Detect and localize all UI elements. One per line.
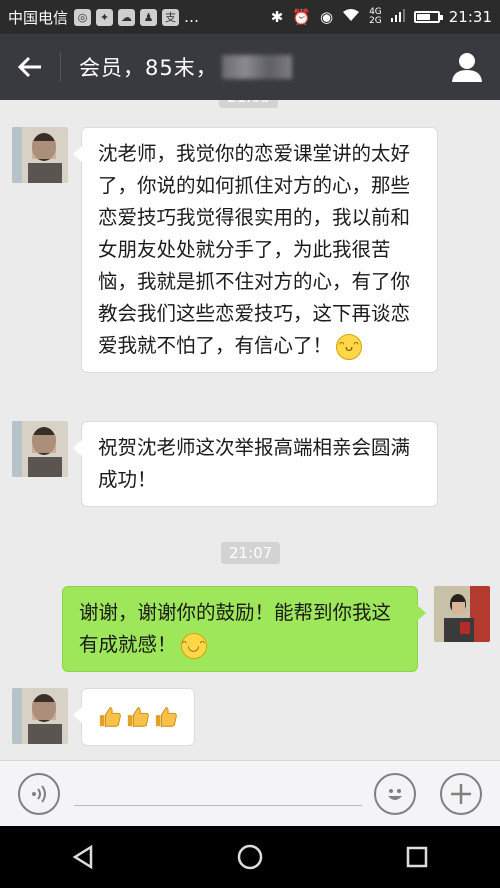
system-nav-bar — [0, 826, 500, 888]
message-bubble[interactable]: 沈老师，我觉你的恋爱课堂讲的太好了，你说的如何抓住对方的心，那些恋爱技巧我觉得很… — [73, 127, 438, 373]
message-input[interactable] — [74, 805, 362, 806]
message-text: 沈老师，我觉你的恋爱课堂讲的太好了，你说的如何抓住对方的心，那些恋爱技巧我觉得很… — [98, 142, 411, 357]
back-arrow-icon — [17, 56, 41, 78]
grin-emoji-icon: ᵔ◡ᵔ — [180, 632, 207, 659]
map-app-icon: ✦ — [96, 8, 114, 26]
battery-icon — [413, 11, 443, 23]
thumbs-up-row — [98, 699, 178, 735]
plus-icon — [451, 784, 471, 804]
clock-time: 21:31 — [448, 8, 492, 26]
network-type-label: 4G 2G — [369, 8, 382, 26]
square-recents-icon — [406, 846, 427, 868]
blurred-name-block — [221, 55, 292, 79]
wechat-app-icon: ☁ — [118, 8, 136, 26]
person-icon — [452, 53, 482, 82]
carrier-label: 中国电信 — [8, 8, 69, 27]
triangle-back-icon — [72, 844, 93, 870]
alipay-app-icon: 支 — [162, 8, 180, 26]
more-notifications-icon: … — [184, 8, 200, 26]
message-bubble[interactable] — [73, 688, 195, 746]
qq-app-icon: ♟ — [140, 8, 158, 26]
message-text: 谢谢，谢谢你的鼓励！能帮到你我这有成就感！ — [79, 601, 392, 656]
contact-avatar[interactable] — [12, 688, 68, 744]
emoji-icon — [388, 789, 402, 800]
back-button[interactable] — [0, 34, 60, 100]
input-bar — [0, 760, 500, 826]
network-2g-label: 2G — [369, 16, 382, 26]
page-title: 会员，85末， — [79, 56, 218, 80]
circle-home-icon — [237, 844, 263, 870]
more-button[interactable] — [440, 773, 482, 815]
message-text: 祝贺沈老师这次举报高端相亲会圆满成功！ — [98, 436, 411, 491]
voice-button[interactable] — [18, 773, 60, 815]
thumbs-up-icon — [127, 707, 149, 727]
nav-back-button[interactable] — [63, 837, 103, 877]
nav-recents-button[interactable] — [397, 837, 437, 877]
browser-app-icon: ◎ — [74, 8, 92, 26]
timestamp-middle: 21:07 — [221, 542, 281, 564]
my-avatar[interactable] — [434, 586, 490, 642]
wifi-icon — [342, 8, 360, 26]
chat-message-list[interactable]: 21:05 沈老师，我觉你的恋爱课堂讲的太好了，你说的如何抓住对方的心，那些恋爱… — [0, 100, 500, 760]
notification-icons: ◎ ✦ ☁ ♟ 支 … — [74, 8, 199, 26]
thumbs-up-icon — [99, 707, 121, 727]
contact-avatar[interactable] — [12, 421, 68, 477]
bluetooth-icon: ✱ — [270, 8, 284, 26]
voice-icon — [32, 785, 46, 803]
emoji-button[interactable] — [374, 773, 416, 815]
signal-icon — [390, 8, 405, 26]
thumbs-up-icon — [155, 707, 177, 727]
message-bubble-self[interactable]: 谢谢，谢谢你的鼓励！能帮到你我这有成就感！ ᵔ◡ᵔ — [62, 586, 426, 672]
smile-emoji-icon: ᵔᴗᵔ — [336, 333, 363, 360]
chat-info-button[interactable] — [450, 50, 484, 84]
message-bubble[interactable]: 祝贺沈老师这次举报高端相亲会圆满成功！ — [73, 421, 438, 507]
battery-level-fill — [416, 14, 430, 20]
status-bar: 中国电信 ◎ ✦ ☁ ♟ 支 … ✱ ⏰ ◉ 4G 2G 21:31 — [0, 0, 500, 34]
timestamp-top: 21:05 — [219, 100, 279, 108]
nav-home-button[interactable] — [230, 837, 270, 877]
contact-avatar[interactable] — [12, 127, 68, 183]
eye-comfort-icon: ◉ — [319, 8, 334, 26]
alarm-icon: ⏰ — [292, 8, 311, 26]
header-divider — [60, 52, 61, 82]
chat-header: 会员，85末， — [0, 34, 500, 100]
